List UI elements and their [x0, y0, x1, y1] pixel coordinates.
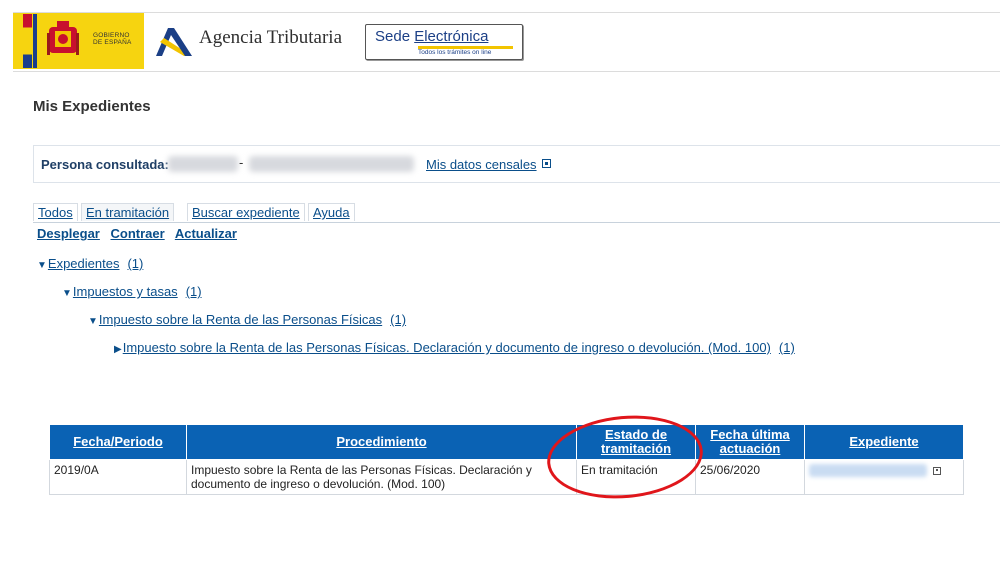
redacted-name	[249, 156, 414, 172]
collapse-arrow-icon[interactable]: ▼	[88, 316, 98, 327]
tree-label[interactable]: Impuesto sobre la Renta de las Personas …	[99, 312, 382, 327]
page-title: Mis Expedientes	[33, 98, 151, 115]
col-estado-tramitacion[interactable]: Estado de tramitación	[576, 424, 696, 460]
sede-electronica-logo[interactable]: Sede Electrónica Todos los trámites on l…	[365, 24, 523, 60]
tree-node-expedientes[interactable]: ▼Expedientes (1)	[37, 256, 143, 271]
col-fecha-ultima-actuacion[interactable]: Fecha última actuación	[695, 424, 805, 460]
censales-link-wrap: Mis datos censales	[426, 157, 551, 172]
mis-datos-censales-link[interactable]: Mis datos censales	[426, 157, 537, 172]
tree-node-impuestos-y-tasas[interactable]: ▼Impuestos y tasas (1)	[62, 284, 202, 299]
table-row: 2019/0A Impuesto sobre la Renta de las P…	[49, 459, 964, 495]
agencia-tributaria-logo-icon[interactable]	[154, 24, 194, 58]
redacted-expediente-link[interactable]	[809, 464, 927, 478]
persona-panel: Persona consultada: - Mis datos censales	[33, 145, 1000, 183]
external-link-icon[interactable]	[933, 466, 941, 475]
flag-stripe	[23, 14, 32, 68]
expedientes-table: Fecha/Periodo Procedimiento Estado de tr…	[49, 424, 964, 495]
cell-fecha-ultima: 25/06/2020	[695, 459, 805, 495]
desplegar-link[interactable]: Desplegar	[37, 226, 100, 241]
tree-node-mod-100[interactable]: ▶Impuesto sobre la Renta de las Personas…	[114, 340, 795, 355]
gobierno-text: GOBIERNO DE ESPAÑA	[93, 32, 132, 46]
table-header-row: Fecha/Periodo Procedimiento Estado de tr…	[49, 424, 964, 460]
col-fecha-periodo[interactable]: Fecha/Periodo	[49, 424, 187, 460]
tab-en-tramitacion[interactable]: En tramitación	[81, 203, 175, 221]
persona-label: Persona consultada:	[41, 157, 169, 172]
sede-word2: Electrónica	[414, 28, 489, 45]
tab-ayuda[interactable]: Ayuda	[308, 203, 355, 221]
external-link-icon[interactable]	[541, 159, 551, 168]
agency-name[interactable]: Agencia Tributaria	[199, 27, 342, 49]
tree-label[interactable]: Impuestos y tasas	[73, 284, 178, 299]
cell-procedimiento: Impuesto sobre la Renta de las Personas …	[186, 459, 577, 495]
tree-count[interactable]: (1)	[779, 340, 795, 355]
tab-bar: Todos En tramitación Buscar expediente A…	[33, 203, 1000, 223]
collapse-arrow-icon[interactable]: ▼	[37, 260, 47, 271]
tree-label[interactable]: Impuesto sobre la Renta de las Personas …	[123, 340, 771, 355]
cell-estado: En tramitación	[576, 459, 696, 495]
tree-count[interactable]: (1)	[390, 312, 406, 327]
tree-count[interactable]: (1)	[186, 284, 202, 299]
expand-arrow-icon[interactable]: ▶	[114, 344, 122, 355]
sede-word1: Sede	[375, 28, 415, 45]
col-expediente[interactable]: Expediente	[804, 424, 964, 460]
contraer-link[interactable]: Contraer	[111, 226, 165, 241]
gob-line2: DE ESPAÑA	[93, 39, 132, 46]
tree-node-irpf[interactable]: ▼Impuesto sobre la Renta de las Personas…	[88, 312, 406, 327]
sede-tagline: Todos los trámites on line	[418, 49, 492, 56]
collapse-arrow-icon[interactable]: ▼	[62, 288, 72, 299]
tab-todos[interactable]: Todos	[33, 203, 78, 221]
tab-buscar-expediente[interactable]: Buscar expediente	[187, 203, 305, 221]
gob-line1: GOBIERNO	[93, 32, 130, 39]
gobierno-logo[interactable]: GOBIERNO DE ESPAÑA	[13, 13, 144, 69]
cell-expediente	[804, 459, 964, 495]
col-procedimiento[interactable]: Procedimiento	[186, 424, 577, 460]
tree-actions: Desplegar Contraer Actualizar	[37, 226, 244, 241]
sede-title: Sede Electrónica	[375, 28, 488, 45]
redacted-nif	[168, 156, 238, 172]
actualizar-link[interactable]: Actualizar	[175, 226, 237, 241]
eu-stars-stripe	[33, 14, 37, 68]
persona-separator: -	[239, 155, 244, 170]
coat-of-arms-icon	[47, 21, 79, 55]
cell-fecha: 2019/0A	[49, 459, 187, 495]
tree-label[interactable]: Expedientes	[48, 256, 120, 271]
tree-count[interactable]: (1)	[127, 256, 143, 271]
